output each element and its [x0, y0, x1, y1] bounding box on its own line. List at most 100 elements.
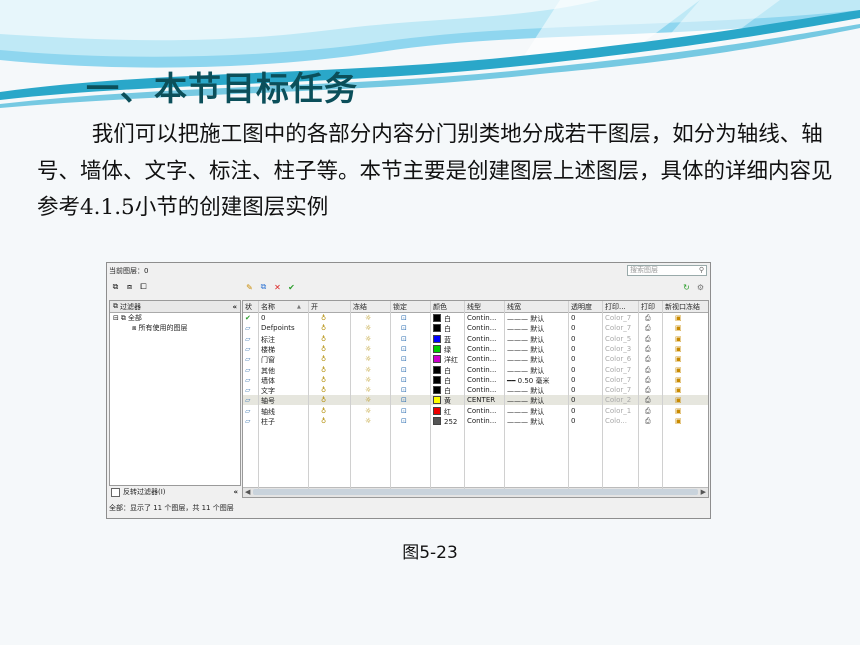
bulb-on-icon[interactable]: ♁	[321, 366, 326, 374]
sun-thawed-icon[interactable]: ☼	[365, 376, 371, 384]
layer-states-manager-icon[interactable]: ⧠	[138, 282, 149, 292]
layer-status-icon[interactable]: ▱	[245, 335, 250, 343]
layer-status-icon[interactable]: ▱	[245, 376, 250, 384]
sun-thawed-icon[interactable]: ☼	[365, 314, 371, 322]
printer-icon[interactable]: ⎙	[645, 345, 651, 354]
layer-status-icon[interactable]: ▱	[245, 324, 250, 332]
layer-status-icon[interactable]: ▱	[245, 417, 250, 425]
unlocked-icon[interactable]: ⊡	[401, 335, 407, 343]
vp-freeze-icon[interactable]: ▣	[675, 396, 682, 404]
unlocked-icon[interactable]: ⊡	[401, 376, 407, 384]
new-property-filter-icon[interactable]: ⧉	[110, 282, 121, 292]
bulb-on-icon[interactable]: ♁	[321, 324, 326, 332]
sun-thawed-icon[interactable]: ☼	[365, 386, 371, 394]
col-status-header[interactable]: 状	[245, 302, 252, 312]
vp-freeze-icon[interactable]: ▣	[675, 324, 682, 332]
slide-title: 一、本节目标任务	[86, 69, 358, 108]
vp-freeze-icon[interactable]: ▣	[675, 366, 682, 374]
unlocked-icon[interactable]: ⊡	[401, 396, 407, 404]
scroll-right-icon[interactable]: ▶	[701, 488, 706, 496]
layer-status-icon[interactable]: ▱	[245, 366, 250, 374]
scroll-left-icon[interactable]: ◀	[245, 488, 250, 496]
unlocked-icon[interactable]: ⊡	[401, 386, 407, 394]
collapse-filter-button[interactable]: «	[233, 488, 238, 496]
vp-freeze-icon[interactable]: ▣	[675, 345, 682, 353]
sun-thawed-icon[interactable]: ☼	[365, 324, 371, 332]
printer-icon[interactable]: ⎙	[645, 355, 651, 364]
layer-status-icon[interactable]: ▱	[245, 386, 250, 394]
bulb-on-icon[interactable]: ♁	[321, 396, 326, 404]
printer-icon[interactable]: ⎙	[645, 396, 651, 405]
vp-freeze-icon[interactable]: ▣	[675, 335, 682, 343]
col-name-header[interactable]: 名称	[261, 302, 275, 312]
current-layer-check-icon[interactable]: ✔	[245, 314, 251, 322]
printer-icon[interactable]: ⎙	[645, 335, 651, 344]
col-color-header[interactable]: 颜色	[433, 302, 447, 312]
new-layer-vp-frozen-icon[interactable]: ⧉	[258, 282, 269, 292]
col-lineweight-header[interactable]: 线宽	[507, 302, 521, 312]
col-on-header[interactable]: 开	[311, 302, 318, 312]
set-current-icon[interactable]: ✔	[286, 282, 297, 292]
bulb-on-icon[interactable]: ♁	[321, 376, 326, 384]
printer-icon[interactable]: ⎙	[645, 314, 651, 323]
printer-icon[interactable]: ⎙	[645, 417, 651, 426]
layer-status-icon[interactable]: ▱	[245, 355, 250, 363]
unlocked-icon[interactable]: ⊡	[401, 324, 407, 332]
sun-thawed-icon[interactable]: ☼	[365, 407, 371, 415]
unlocked-icon[interactable]: ⊡	[401, 407, 407, 415]
unlocked-icon[interactable]: ⊡	[401, 417, 407, 425]
delete-layer-icon[interactable]: ✕	[272, 282, 283, 292]
settings-icon[interactable]: ⚙	[695, 282, 706, 292]
printer-icon[interactable]: ⎙	[645, 366, 651, 375]
col-freeze-header[interactable]: 冻结	[353, 302, 367, 312]
sun-thawed-icon[interactable]: ☼	[365, 345, 371, 353]
sun-thawed-icon[interactable]: ☼	[365, 355, 371, 363]
layer-status-icon[interactable]: ▱	[245, 407, 250, 415]
printer-icon[interactable]: ⎙	[645, 386, 651, 395]
sun-thawed-icon[interactable]: ☼	[365, 396, 371, 404]
unlocked-icon[interactable]: ⊡	[401, 314, 407, 322]
col-transparency-header[interactable]: 透明度	[571, 302, 592, 312]
bulb-on-icon[interactable]: ♁	[321, 345, 326, 353]
tree-item-used-layers[interactable]: ⧈ 所有使用的图层	[110, 323, 240, 333]
search-layer-input[interactable]: 搜索图层 ⚲	[627, 265, 707, 276]
unlocked-icon[interactable]: ⊡	[401, 366, 407, 374]
vp-freeze-icon[interactable]: ▣	[675, 407, 682, 415]
tree-expand-icon[interactable]: ⊟	[113, 314, 119, 322]
vp-freeze-icon[interactable]: ▣	[675, 386, 682, 394]
col-vp-freeze-header[interactable]: 新视口冻结	[665, 302, 700, 312]
refresh-icon[interactable]: ↻	[681, 282, 692, 292]
bulb-on-icon[interactable]: ♁	[321, 314, 326, 322]
layer-status-icon[interactable]: ▱	[245, 345, 250, 353]
bulb-on-icon[interactable]: ♁	[321, 417, 326, 425]
unlocked-icon[interactable]: ⊡	[401, 345, 407, 353]
new-group-filter-icon[interactable]: ⧈	[124, 282, 135, 292]
new-layer-icon[interactable]: ✎	[244, 282, 255, 292]
printer-icon[interactable]: ⎙	[645, 407, 651, 416]
layer-color[interactable]: 252	[433, 417, 457, 426]
vp-freeze-icon[interactable]: ▣	[675, 314, 682, 322]
bulb-on-icon[interactable]: ♁	[321, 386, 326, 394]
printer-icon[interactable]: ⎙	[645, 324, 651, 333]
col-lock-header[interactable]: 锁定	[393, 302, 407, 312]
vp-freeze-icon[interactable]: ▣	[675, 376, 682, 384]
printer-icon[interactable]: ⎙	[645, 376, 651, 385]
unlocked-icon[interactable]: ⊡	[401, 355, 407, 363]
collapse-panel-button[interactable]: «	[232, 303, 237, 311]
vp-freeze-icon[interactable]: ▣	[675, 417, 682, 425]
tree-item-all[interactable]: ⊟ ⧉ 全部	[110, 313, 240, 323]
scroll-thumb[interactable]	[253, 489, 698, 495]
sun-thawed-icon[interactable]: ☼	[365, 366, 371, 374]
vp-freeze-icon[interactable]: ▣	[675, 355, 682, 363]
invert-filter-checkbox[interactable]	[111, 487, 120, 497]
bulb-on-icon[interactable]: ♁	[321, 335, 326, 343]
bulb-on-icon[interactable]: ♁	[321, 355, 326, 363]
layer-status-icon[interactable]: ▱	[245, 396, 250, 404]
col-linetype-header[interactable]: 线型	[467, 302, 481, 312]
sort-ascending-icon[interactable]: ▲	[297, 304, 301, 310]
sun-thawed-icon[interactable]: ☼	[365, 417, 371, 425]
col-plot-header[interactable]: 打印	[641, 302, 655, 312]
bulb-on-icon[interactable]: ♁	[321, 407, 326, 415]
sun-thawed-icon[interactable]: ☼	[365, 335, 371, 343]
col-plot-style-header[interactable]: 打印...	[605, 302, 626, 312]
